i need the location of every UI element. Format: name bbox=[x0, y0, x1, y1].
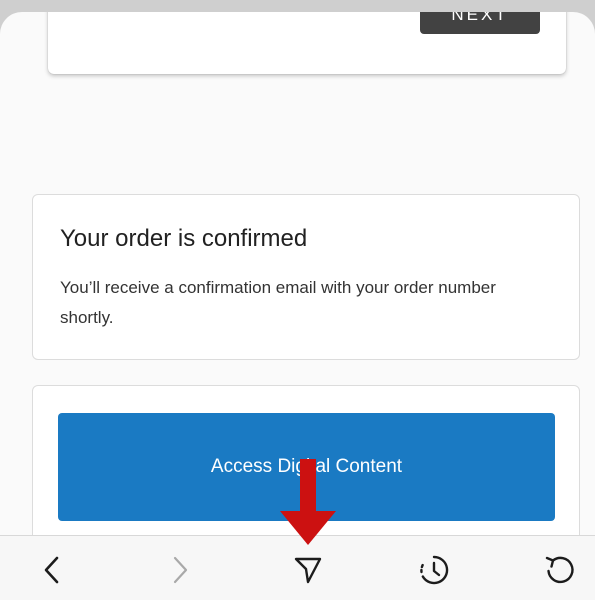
next-button[interactable]: NEXT bbox=[420, 12, 540, 34]
back-button[interactable] bbox=[28, 546, 76, 594]
forward-button[interactable] bbox=[156, 546, 204, 594]
history-icon bbox=[420, 555, 449, 585]
reload-button[interactable] bbox=[536, 546, 584, 594]
confirmation-message: You’ll receive a confirmation email with… bbox=[60, 278, 496, 327]
reload-icon bbox=[545, 556, 574, 584]
annotation-arrow-icon bbox=[280, 459, 336, 545]
send-icon bbox=[294, 557, 322, 584]
previous-step-card: NEXT bbox=[48, 12, 566, 74]
chevron-left-icon bbox=[44, 556, 59, 584]
chevron-right-icon bbox=[173, 556, 188, 584]
history-button[interactable] bbox=[410, 546, 458, 594]
order-confirmation-card: Your order is confirmed You’ll receive a… bbox=[32, 194, 580, 360]
confirmation-title: Your order is confirmed bbox=[60, 225, 308, 252]
share-button[interactable] bbox=[284, 546, 332, 594]
